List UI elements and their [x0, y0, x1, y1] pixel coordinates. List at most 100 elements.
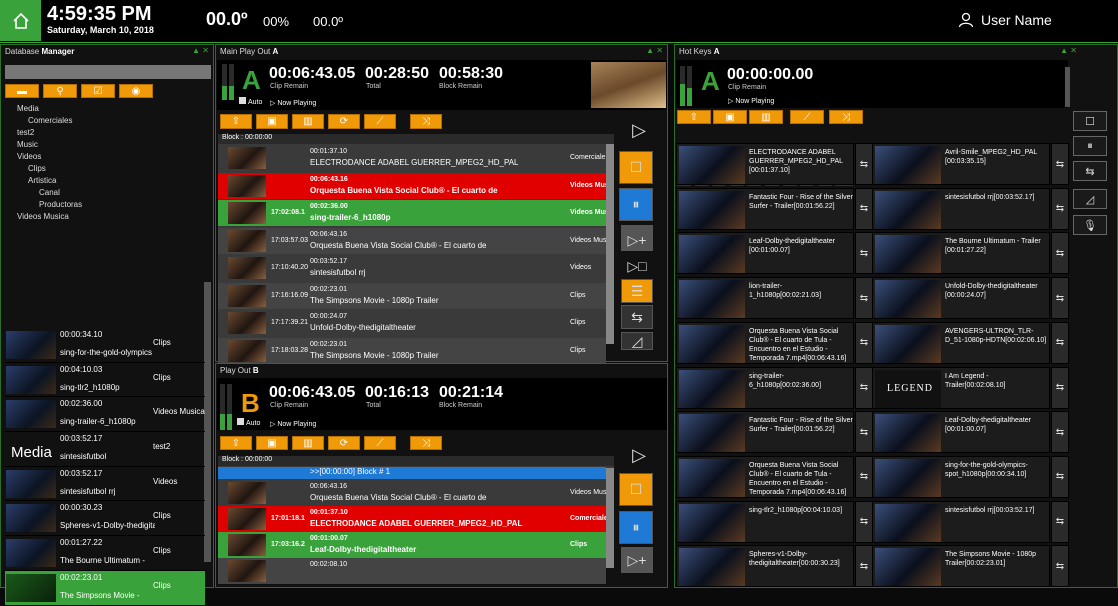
- tree-item[interactable]: Videos Musica: [7, 211, 82, 223]
- loop-button[interactable]: ⇆: [1073, 161, 1107, 181]
- tree-item[interactable]: Productoras: [7, 199, 82, 211]
- edit-button[interactable]: ☑: [81, 84, 115, 98]
- list-item[interactable]: 00:02:36.00 sing-trailer-6_h1080p Videos M…: [5, 397, 205, 433]
- play-button[interactable]: ▷: [623, 115, 655, 145]
- hotkey-loop-button[interactable]: ⇆: [855, 321, 873, 364]
- hotkey-item[interactable]: sintesisfutbol rrj[00:03:52.17]: [872, 187, 1050, 230]
- table-row[interactable]: 17:03:16.2 00:01:00.07 Leaf-Dolby-thedigit…: [218, 532, 606, 558]
- hotkey-loop-button[interactable]: ⇆: [1051, 321, 1069, 364]
- table-row[interactable]: 00:02:08.10: [218, 558, 606, 584]
- hotkey-item[interactable]: The Simpsons Movie - 1080p Trailer[00:02…: [872, 545, 1050, 588]
- play-stop-button[interactable]: ▷□: [621, 251, 653, 281]
- upload-button[interactable]: ⇧: [220, 114, 252, 129]
- play-next-button[interactable]: ▷+: [621, 547, 653, 573]
- list-item[interactable]: 00:00:34.10 sing-for-the-gold-olympics Cli…: [5, 328, 205, 363]
- delete-button[interactable]: ▥: [292, 436, 324, 450]
- ramp-button[interactable]: ◿: [1073, 189, 1107, 209]
- loop-button[interactable]: ⇆: [621, 305, 653, 329]
- hotkey-item[interactable]: Orquesta Buena Vista Social Club® - El c…: [676, 455, 854, 498]
- refresh-button[interactable]: ⟳: [328, 436, 360, 450]
- hotkey-item[interactable]: Fantastic Four - Rise of the Silver Surf…: [676, 411, 854, 454]
- list-item[interactable]: 00:00:30.23 Spheres-v1-Dolby-thedigita Cli…: [5, 501, 205, 537]
- stop-button[interactable]: ☐: [619, 151, 653, 184]
- hotkey-item[interactable]: Leaf-Dolby-thedigitaltheater [00:01:00.0…: [676, 232, 854, 275]
- list-view-button[interactable]: ☰: [621, 279, 653, 303]
- hotkey-item[interactable]: LEGEND I Am Legend - Trailer[00:02:08.10]: [872, 366, 1050, 409]
- hotkey-loop-button[interactable]: ⇆: [1051, 143, 1069, 185]
- shuffle-button[interactable]: ⤨: [410, 436, 442, 450]
- hotkey-loop-button[interactable]: ⇆: [1051, 500, 1069, 543]
- ramp-button[interactable]: ◿: [621, 332, 653, 350]
- stop-button[interactable]: ☐: [1073, 111, 1107, 131]
- hotkey-loop-button[interactable]: ⇆: [855, 455, 873, 498]
- play-button[interactable]: ▷: [623, 440, 655, 470]
- scrollbar[interactable]: [606, 144, 614, 344]
- tree-item[interactable]: Media: [7, 103, 82, 115]
- hotkey-item[interactable]: sing-trailer-6_h1080p[00:02:36.00]: [676, 366, 854, 409]
- hotkey-loop-button[interactable]: ⇆: [855, 232, 873, 275]
- tree-item[interactable]: Music: [7, 139, 82, 151]
- shuffle-button[interactable]: ⤨: [410, 114, 442, 129]
- upload-button[interactable]: ⇧: [677, 110, 711, 124]
- shuffle-button[interactable]: ⤨: [829, 110, 863, 124]
- hotkey-loop-button[interactable]: ⇆: [1051, 232, 1069, 275]
- list-item[interactable]: 00:04:10.03 sing-tlr2_h1080p Clips: [5, 363, 205, 398]
- delete-button[interactable]: ▥: [749, 110, 783, 124]
- stop-button[interactable]: ☐: [619, 473, 653, 506]
- list-item[interactable]: 00:02:23.01 The Simpsons Movie - Clips: [5, 570, 205, 606]
- pause-button[interactable]: ⏸: [619, 188, 653, 221]
- table-row[interactable]: 17:18:03.28 00:02:23.01 The Simpsons Movie…: [218, 337, 606, 364]
- table-row[interactable]: 17:02:08.1 00:02:36.00 sing-trailer-6_h108…: [218, 200, 606, 226]
- auto-checkbox[interactable]: Auto: [237, 418, 260, 427]
- hotkey-loop-button[interactable]: ⇆: [855, 277, 873, 320]
- hotkey-loop-button[interactable]: ⇆: [855, 187, 873, 230]
- folder-button[interactable]: ▬: [5, 84, 39, 98]
- panel-controls[interactable]: ▲ ✕: [192, 46, 209, 55]
- hotkey-item[interactable]: Fantastic Four - Rise of the Silver Surf…: [676, 187, 854, 230]
- hotkey-loop-button[interactable]: ⇆: [855, 500, 873, 543]
- table-row[interactable]: 17:03:57.03 00:06:43.16 Orquesta Buena Vis…: [218, 227, 606, 254]
- user-menu[interactable]: User Name: [958, 12, 1052, 28]
- hotkey-loop-button[interactable]: ⇆: [1051, 411, 1069, 454]
- table-row[interactable]: 17:17:39.21 00:00:24.07 Unfold-Dolby-thedi…: [218, 310, 606, 336]
- hotkey-item[interactable]: lion-trailer-1_h1080p[00:02:21.03]: [676, 277, 854, 320]
- tree-item[interactable]: Artistica: [7, 175, 82, 187]
- hotkey-loop-button[interactable]: ⇆: [1051, 277, 1069, 320]
- table-row[interactable]: 17:16:16.09 00:02:23.01 The Simpsons Movie…: [218, 282, 606, 309]
- hotkey-loop-button[interactable]: ⇆: [855, 366, 873, 409]
- scrollbar[interactable]: [204, 282, 211, 562]
- list-item[interactable]: 00:01:27.22 The Bourne Ultimatum - Clips: [5, 536, 205, 571]
- panel-controls[interactable]: ▲ ✕: [646, 46, 663, 55]
- pause-button[interactable]: ⏸: [619, 511, 653, 544]
- hotkey-item[interactable]: The Bourne Ultimatum - Trailer [00:01:27…: [872, 232, 1050, 275]
- table-row[interactable]: 17:10:40.20 00:03:52.17 sintesisfutbol rrj…: [218, 255, 606, 281]
- clear-button[interactable]: ⟋: [364, 114, 396, 129]
- view-button[interactable]: ◉: [119, 84, 153, 98]
- hotkey-loop-button[interactable]: ⇆: [855, 143, 873, 185]
- hotkey-item[interactable]: Unfold-Dolby-thedigitaltheater [00:00:24…: [872, 277, 1050, 320]
- upload-button[interactable]: ⇧: [220, 436, 252, 450]
- pause-button[interactable]: ⏸: [1073, 136, 1107, 156]
- hotkey-item[interactable]: sing-tlr2_h1080p[00:04:10.03]: [676, 500, 854, 543]
- home-button[interactable]: [0, 0, 41, 41]
- hotkey-item[interactable]: Spheres-v1-Dolby-thedigitaltheater[00:00…: [676, 545, 854, 588]
- panel-controls[interactable]: ▲ ✕: [1060, 46, 1077, 55]
- hotkey-item[interactable]: Orquesta Buena Vista Social Club® - El c…: [676, 321, 854, 364]
- save-button[interactable]: ▣: [256, 436, 288, 450]
- block-row[interactable]: >>[00:00:00] Block # 1: [218, 467, 606, 479]
- auto-checkbox[interactable]: Auto: [239, 97, 262, 106]
- save-button[interactable]: ▣: [256, 114, 288, 129]
- tree-item[interactable]: Clips: [7, 163, 82, 175]
- hotkey-loop-button[interactable]: ⇆: [1051, 545, 1069, 588]
- hotkey-loop-button[interactable]: ⇆: [1051, 366, 1069, 409]
- search-button[interactable]: ⚲: [43, 84, 77, 98]
- tree-item[interactable]: Canal: [7, 187, 82, 199]
- clear-button[interactable]: ⟋: [364, 436, 396, 450]
- tree-item[interactable]: test2: [7, 127, 82, 139]
- list-item[interactable]: Media 00:03:52.17 sintesisfutbol test2: [5, 432, 205, 467]
- hotkey-loop-button[interactable]: ⇆: [1051, 455, 1069, 498]
- list-item[interactable]: 00:03:52.17 sintesisfutbol rrj Videos: [5, 467, 205, 502]
- delete-button[interactable]: ▥: [292, 114, 324, 129]
- hotkey-item[interactable]: AVENGERS-ULTRON_TLR-D_51-1080p-HDTN[00:0…: [872, 321, 1050, 364]
- tree-item[interactable]: Comerciales: [7, 115, 82, 127]
